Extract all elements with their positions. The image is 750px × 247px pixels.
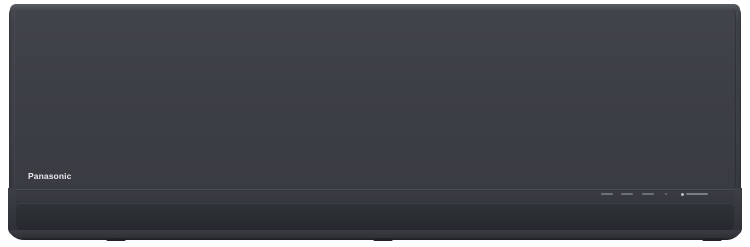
status-light-icon bbox=[642, 193, 654, 195]
louver-lip bbox=[10, 230, 740, 238]
badge-bar-icon bbox=[686, 193, 708, 195]
mount-foot-center bbox=[373, 238, 393, 241]
side-cap-left bbox=[8, 188, 16, 236]
status-light-icon bbox=[621, 193, 633, 195]
mount-foot-left bbox=[106, 238, 126, 241]
air-louver bbox=[16, 203, 734, 233]
mount-foot-right bbox=[702, 238, 722, 241]
status-light-icon bbox=[601, 193, 613, 195]
air-conditioner-photo: Panasonic bbox=[0, 0, 750, 247]
badge-dot-icon bbox=[681, 192, 684, 196]
badge-icon bbox=[681, 192, 711, 196]
brand-logo: Panasonic bbox=[28, 171, 72, 181]
front-panel bbox=[14, 10, 736, 188]
status-light-icon bbox=[665, 193, 667, 195]
side-cap-right bbox=[734, 188, 742, 236]
